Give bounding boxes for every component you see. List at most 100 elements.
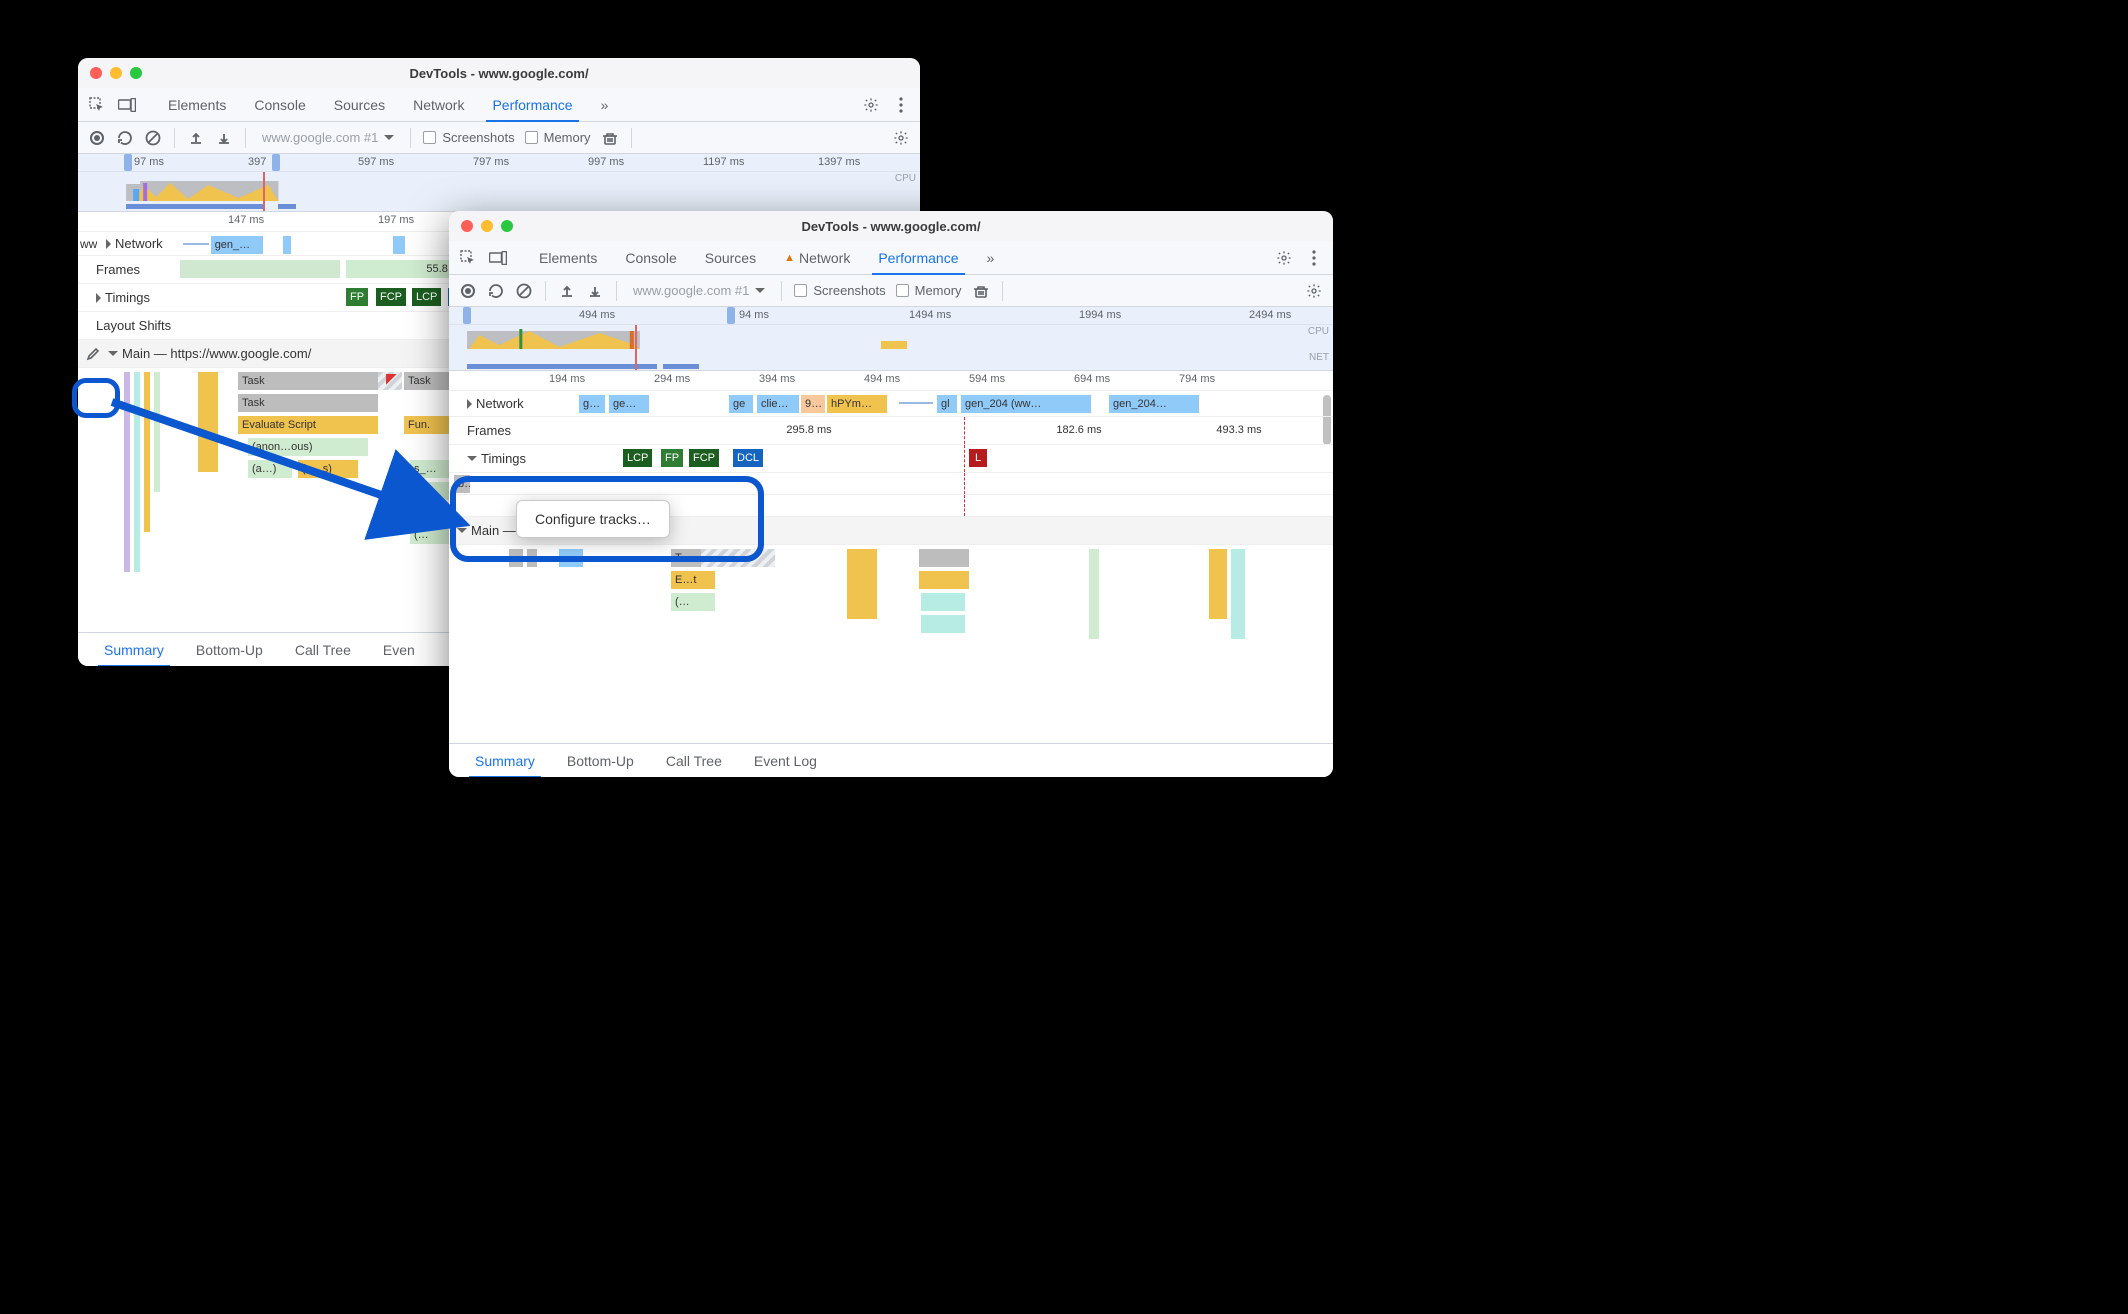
timing-b-chip[interactable]: b… xyxy=(454,475,470,493)
network-request-chip[interactable]: gen_… xyxy=(211,236,263,254)
btab-call-tree[interactable]: Call Tree xyxy=(650,744,738,778)
btab-summary[interactable]: Summary xyxy=(459,744,551,778)
tab-elements[interactable]: Elements xyxy=(525,241,611,275)
collapse-icon[interactable] xyxy=(457,528,467,533)
screenshots-checkbox[interactable]: Screenshots xyxy=(423,130,514,145)
frame-chip[interactable] xyxy=(180,260,340,278)
kebab-menu-icon[interactable] xyxy=(1305,249,1323,267)
recording-selector[interactable]: www.google.com #1 xyxy=(629,283,769,298)
timing-lcp-chip[interactable]: LCP xyxy=(623,449,652,467)
net-chip[interactable]: g… xyxy=(579,395,605,413)
tab-performance[interactable]: Performance xyxy=(864,241,972,275)
timing-fcp-chip[interactable]: FCP xyxy=(689,449,719,467)
reload-record-button[interactable] xyxy=(487,282,505,300)
flame-evaluate-script[interactable]: Evaluate Script xyxy=(238,416,378,434)
flame-paren[interactable]: (… xyxy=(671,593,715,611)
btab-call-tree[interactable]: Call Tree xyxy=(279,633,367,667)
capture-settings-gear-icon[interactable] xyxy=(892,129,910,147)
range-handle-right[interactable] xyxy=(272,154,280,171)
memory-checkbox[interactable]: Memory xyxy=(896,283,962,298)
capture-settings-gear-icon[interactable] xyxy=(1305,282,1323,300)
expand-icon[interactable] xyxy=(106,239,111,249)
timing-fp-chip[interactable]: FP xyxy=(346,288,368,306)
inspect-icon[interactable] xyxy=(88,96,106,114)
device-toolbar-icon[interactable] xyxy=(118,96,136,114)
net-chip[interactable]: ge… xyxy=(609,395,649,413)
flame-task[interactable]: Task xyxy=(238,394,378,412)
tab-elements[interactable]: Elements xyxy=(154,88,240,122)
frame-value[interactable]: 493.3 ms xyxy=(1169,421,1309,439)
flame-c[interactable]: (… xyxy=(410,504,450,522)
memory-checkbox[interactable]: Memory xyxy=(525,130,591,145)
frame-value[interactable]: 182.6 ms xyxy=(989,421,1169,439)
timing-lcp-chip[interactable]: LCP xyxy=(412,288,441,306)
network-request-chip[interactable] xyxy=(393,236,405,254)
timeline-overview[interactable]: 494 ms 94 ms 1494 ms 1994 ms 2494 ms CPU… xyxy=(449,307,1333,371)
btab-summary[interactable]: Summary xyxy=(88,633,180,667)
flame-anon[interactable]: (anon…ous) xyxy=(248,438,368,456)
timing-fcp-chip[interactable]: FCP xyxy=(376,288,406,306)
inspect-icon[interactable] xyxy=(459,249,477,267)
device-toolbar-icon[interactable] xyxy=(489,249,507,267)
net-chip[interactable]: gl xyxy=(937,395,957,413)
garbage-collect-icon[interactable] xyxy=(601,129,619,147)
collapse-icon[interactable] xyxy=(108,351,118,356)
btab-bottom-up[interactable]: Bottom-Up xyxy=(180,633,279,667)
net-chip[interactable]: hPYm… xyxy=(827,395,887,413)
timing-l-chip[interactable]: L xyxy=(969,449,987,467)
clear-button[interactable] xyxy=(515,282,533,300)
flame-s[interactable]: s_… xyxy=(410,460,450,478)
record-button[interactable] xyxy=(88,129,106,147)
garbage-collect-icon[interactable] xyxy=(972,282,990,300)
clear-button[interactable] xyxy=(144,129,162,147)
frame-value[interactable]: 295.8 ms xyxy=(669,421,949,439)
btab-event-log[interactable]: Event Log xyxy=(738,744,833,778)
timeline-overview[interactable]: 97 ms 397 597 ms 797 ms 997 ms 1197 ms 1… xyxy=(78,154,920,212)
tab-sources[interactable]: Sources xyxy=(320,88,399,122)
net-chip[interactable]: clie… xyxy=(757,395,799,413)
tab-sources[interactable]: Sources xyxy=(691,241,770,275)
timing-fp-chip[interactable]: FP xyxy=(661,449,683,467)
range-handle-right[interactable] xyxy=(727,307,735,324)
range-handle-left[interactable] xyxy=(463,307,471,324)
expand-icon[interactable] xyxy=(467,399,472,409)
reload-record-button[interactable] xyxy=(116,129,134,147)
settings-gear-icon[interactable] xyxy=(1275,249,1293,267)
upload-icon[interactable] xyxy=(558,282,576,300)
screenshots-checkbox[interactable]: Screenshots xyxy=(794,283,885,298)
tab-performance[interactable]: Performance xyxy=(478,88,586,122)
expand-icon[interactable] xyxy=(96,293,101,303)
btab-bottom-up[interactable]: Bottom-Up xyxy=(551,744,650,778)
download-icon[interactable] xyxy=(215,129,233,147)
record-button[interactable] xyxy=(459,282,477,300)
tabs-more-button[interactable]: » xyxy=(587,88,623,122)
flame-a[interactable]: (a…) xyxy=(248,460,292,478)
net-chip[interactable]: gen_204 (ww… xyxy=(961,395,1091,413)
flame-c[interactable]: (… xyxy=(410,526,450,544)
settings-gear-icon[interactable] xyxy=(862,96,880,114)
flame-task[interactable]: Task xyxy=(238,372,378,390)
timing-dcl-chip[interactable]: DCL xyxy=(733,449,763,467)
upload-icon[interactable] xyxy=(187,129,205,147)
range-handle-left[interactable] xyxy=(124,154,132,171)
tab-console[interactable]: Console xyxy=(611,241,690,275)
btab-event-log[interactable]: Even xyxy=(367,633,431,667)
flame-dash[interactable]: _… xyxy=(410,482,450,500)
net-chip[interactable]: 9… xyxy=(801,395,825,413)
collapse-icon[interactable] xyxy=(467,456,477,461)
tab-network[interactable]: Network xyxy=(770,241,864,275)
menu-item-configure-tracks[interactable]: Configure tracks… xyxy=(517,505,669,533)
kebab-menu-icon[interactable] xyxy=(892,96,910,114)
flame-et[interactable]: E…t xyxy=(671,571,715,589)
flame-a[interactable]: (a…s) xyxy=(298,460,358,478)
tab-console[interactable]: Console xyxy=(240,88,319,122)
main-flame-chart[interactable]: T… E…t (… xyxy=(449,545,1333,655)
flame-chart-pane[interactable]: Network g… ge… ge clie… 9… hPYm… gl gen_… xyxy=(449,391,1333,743)
tab-network[interactable]: Network xyxy=(399,88,478,122)
download-icon[interactable] xyxy=(586,282,604,300)
net-chip[interactable]: ge xyxy=(729,395,753,413)
tabs-more-button[interactable]: » xyxy=(973,241,1009,275)
network-request-chip[interactable] xyxy=(283,236,291,254)
recording-selector[interactable]: www.google.com #1 xyxy=(258,130,398,145)
edit-tracks-button[interactable] xyxy=(78,347,108,361)
